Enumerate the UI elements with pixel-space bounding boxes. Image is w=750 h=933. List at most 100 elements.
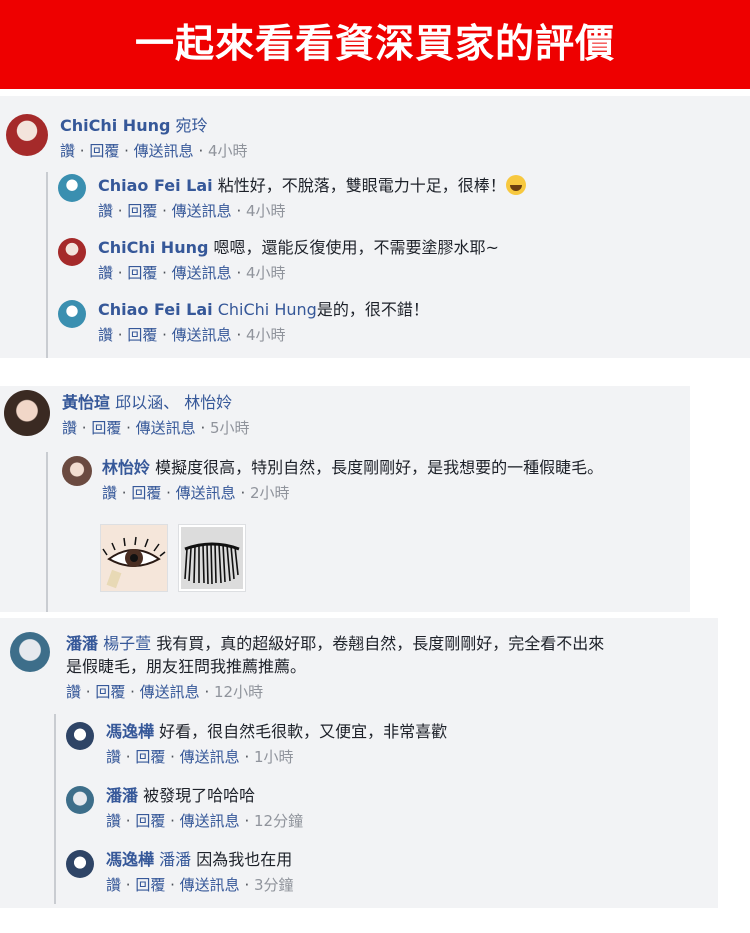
tagged-user[interactable]: ChiChi Hung: [218, 300, 317, 319]
timestamp[interactable]: 3分鐘: [254, 876, 294, 894]
commenter-name[interactable]: 馮逸樺: [106, 850, 154, 869]
like-link[interactable]: 讚: [102, 484, 117, 502]
avatar[interactable]: [66, 786, 94, 814]
commenter-name[interactable]: 馮逸樺: [106, 722, 154, 741]
send-message-link[interactable]: 傳送訊息: [136, 419, 196, 437]
comment-text: 模擬度很高，特別自然，長度剛剛好，是我想要的一種假睫毛。: [155, 458, 604, 477]
timestamp[interactable]: 4小時: [208, 142, 248, 160]
comment-text: 被發現了哈哈哈: [143, 786, 256, 805]
avatar[interactable]: [4, 390, 50, 436]
timestamp[interactable]: 5小時: [210, 419, 250, 437]
reply-link[interactable]: 回覆: [135, 876, 165, 894]
send-message-link[interactable]: 傳送訊息: [176, 484, 236, 502]
like-link[interactable]: 讚: [98, 326, 113, 344]
comment-actions: 讚 · 回覆 · 傳送訊息 · 4小時: [98, 264, 286, 282]
avatar[interactable]: [58, 174, 86, 202]
commenter-name[interactable]: ChiChi Hung: [98, 238, 208, 257]
comment-text: 好看，很自然毛很軟，又便宜，非常喜歡: [159, 722, 448, 741]
false-eyelash-photo[interactable]: [178, 524, 246, 592]
avatar[interactable]: [62, 456, 92, 486]
reply-thread-line: [54, 714, 56, 904]
send-message-link[interactable]: 傳送訊息: [172, 264, 232, 282]
commenter-name[interactable]: 潘潘: [106, 786, 138, 805]
timestamp[interactable]: 4小時: [246, 264, 286, 282]
laughing-emoji-icon: [505, 175, 526, 195]
reply-link[interactable]: 回覆: [135, 812, 165, 830]
avatar[interactable]: [58, 300, 86, 328]
reply-link[interactable]: 回覆: [127, 202, 157, 220]
tagged-user[interactable]: 楊子萱: [103, 634, 151, 653]
reply-link[interactable]: 回覆: [89, 142, 119, 160]
avatar[interactable]: [58, 238, 86, 266]
eye-closeup-photo[interactable]: [100, 524, 168, 592]
timestamp[interactable]: 4小時: [246, 326, 286, 344]
comment-actions: 讚 · 回覆 · 傳送訊息 · 12小時: [66, 683, 264, 701]
tagged-user[interactable]: 宛玲: [176, 116, 208, 135]
like-link[interactable]: 讚: [66, 683, 81, 701]
reply-comment: ChiChi Hung 嗯嗯，還能反復使用，不需要塗膠水耶~ 讚 · 回覆 · …: [98, 236, 499, 285]
comment-actions: 讚 · 回覆 · 傳送訊息 · 4小時: [98, 326, 286, 344]
reply-comment: 林怡姈 模擬度很高，特別自然，長度剛剛好，是我想要的一種假睫毛。 讚 · 回覆 …: [102, 456, 603, 505]
reply-comment: 潘潘 被發現了哈哈哈 讚 · 回覆 · 傳送訊息 · 12分鐘: [106, 784, 303, 833]
comment-panpan: 潘潘 楊子萱 我有買，真的超級好耶，卷翹自然，長度剛剛好，完全看不出來 是假睫毛…: [66, 632, 604, 704]
avatar[interactable]: [6, 114, 48, 156]
send-message-link[interactable]: 傳送訊息: [180, 812, 240, 830]
avatar[interactable]: [10, 632, 50, 672]
comment-actions: 讚 · 回覆 · 傳送訊息 · 4小時: [98, 202, 286, 220]
reply-link[interactable]: 回覆: [95, 683, 125, 701]
send-message-link[interactable]: 傳送訊息: [180, 876, 240, 894]
like-link[interactable]: 讚: [98, 202, 113, 220]
reply-link[interactable]: 回覆: [135, 748, 165, 766]
comment-text: 因為我也在用: [196, 850, 293, 869]
comment-text: 是的，很不錯！: [316, 300, 429, 319]
commenter-name[interactable]: 林怡姈: [102, 458, 150, 477]
reply-comment: 馮逸樺 潘潘 因為我也在用 讚 · 回覆 · 傳送訊息 · 3分鐘: [106, 848, 294, 897]
reply-comment: Chiao Fei Lai ChiChi Hung是的，很不錯！ 讚 · 回覆 …: [98, 298, 429, 347]
reply-link[interactable]: 回覆: [131, 484, 161, 502]
comment-huang: 黃怡瑄 邱以涵、 林怡姈 讚 · 回覆 · 傳送訊息 · 5小時: [62, 391, 250, 440]
comment-text: 粘性好，不脫落，雙眼電力十足，很棒！: [217, 176, 506, 195]
like-link[interactable]: 讚: [98, 264, 113, 282]
tagged-user[interactable]: 潘潘: [159, 850, 191, 869]
reply-comment: 馮逸樺 好看，很自然毛很軟，又便宜，非常喜歡 讚 · 回覆 · 傳送訊息 · 1…: [106, 720, 447, 769]
send-message-link[interactable]: 傳送訊息: [172, 326, 232, 344]
tagged-user[interactable]: 邱以涵、 林怡姈: [115, 393, 232, 412]
reply-link[interactable]: 回覆: [127, 326, 157, 344]
timestamp[interactable]: 1小時: [254, 748, 294, 766]
send-message-link[interactable]: 傳送訊息: [172, 202, 232, 220]
reply-thread-line: [46, 172, 48, 358]
timestamp[interactable]: 12分鐘: [254, 812, 303, 830]
commenter-name[interactable]: 潘潘: [66, 634, 98, 653]
banner-title: 一起來看看資深買家的評價: [0, 0, 750, 89]
like-link[interactable]: 讚: [60, 142, 75, 160]
like-link[interactable]: 讚: [106, 748, 121, 766]
reply-link[interactable]: 回覆: [127, 264, 157, 282]
timestamp[interactable]: 2小時: [250, 484, 290, 502]
send-message-link[interactable]: 傳送訊息: [134, 142, 194, 160]
reply-link[interactable]: 回覆: [91, 419, 121, 437]
like-link[interactable]: 讚: [106, 876, 121, 894]
like-link[interactable]: 讚: [106, 812, 121, 830]
comment-text: 嗯嗯，還能反復使用，不需要塗膠水耶~: [213, 238, 499, 257]
commenter-name[interactable]: ChiChi Hung: [60, 116, 170, 135]
comment-text-continued: 是假睫毛，朋友狂問我推薦推薦。: [66, 657, 307, 676]
send-message-link[interactable]: 傳送訊息: [180, 748, 240, 766]
timestamp[interactable]: 4小時: [246, 202, 286, 220]
comment-actions: 讚 · 回覆 · 傳送訊息 · 5小時: [62, 419, 250, 437]
comment-actions: 讚 · 回覆 · 傳送訊息 · 12分鐘: [106, 812, 304, 830]
timestamp[interactable]: 12小時: [214, 683, 263, 701]
comment-chichi-hung: ChiChi Hung 宛玲 讚 · 回覆 · 傳送訊息 · 4小時: [60, 114, 248, 163]
send-message-link[interactable]: 傳送訊息: [140, 683, 200, 701]
commenter-name[interactable]: Chiao Fei Lai: [98, 300, 213, 319]
commenter-name[interactable]: Chiao Fei Lai: [98, 176, 213, 195]
comment-actions: 讚 · 回覆 · 傳送訊息 · 1小時: [106, 748, 294, 766]
avatar[interactable]: [66, 722, 94, 750]
like-link[interactable]: 讚: [62, 419, 77, 437]
comment-text: 我有買，真的超級好耶，卷翹自然，長度剛剛好，完全看不出來: [156, 634, 605, 653]
reply-thread-line: [46, 452, 48, 612]
avatar[interactable]: [66, 850, 94, 878]
commenter-name[interactable]: 黃怡瑄: [62, 393, 110, 412]
reply-comment: Chiao Fei Lai 粘性好，不脫落，雙眼電力十足，很棒！ 讚 · 回覆 …: [98, 174, 526, 223]
comment-actions: 讚 · 回覆 · 傳送訊息 · 2小時: [102, 484, 290, 502]
comment-actions: 讚 · 回覆 · 傳送訊息 · 3分鐘: [106, 876, 294, 894]
